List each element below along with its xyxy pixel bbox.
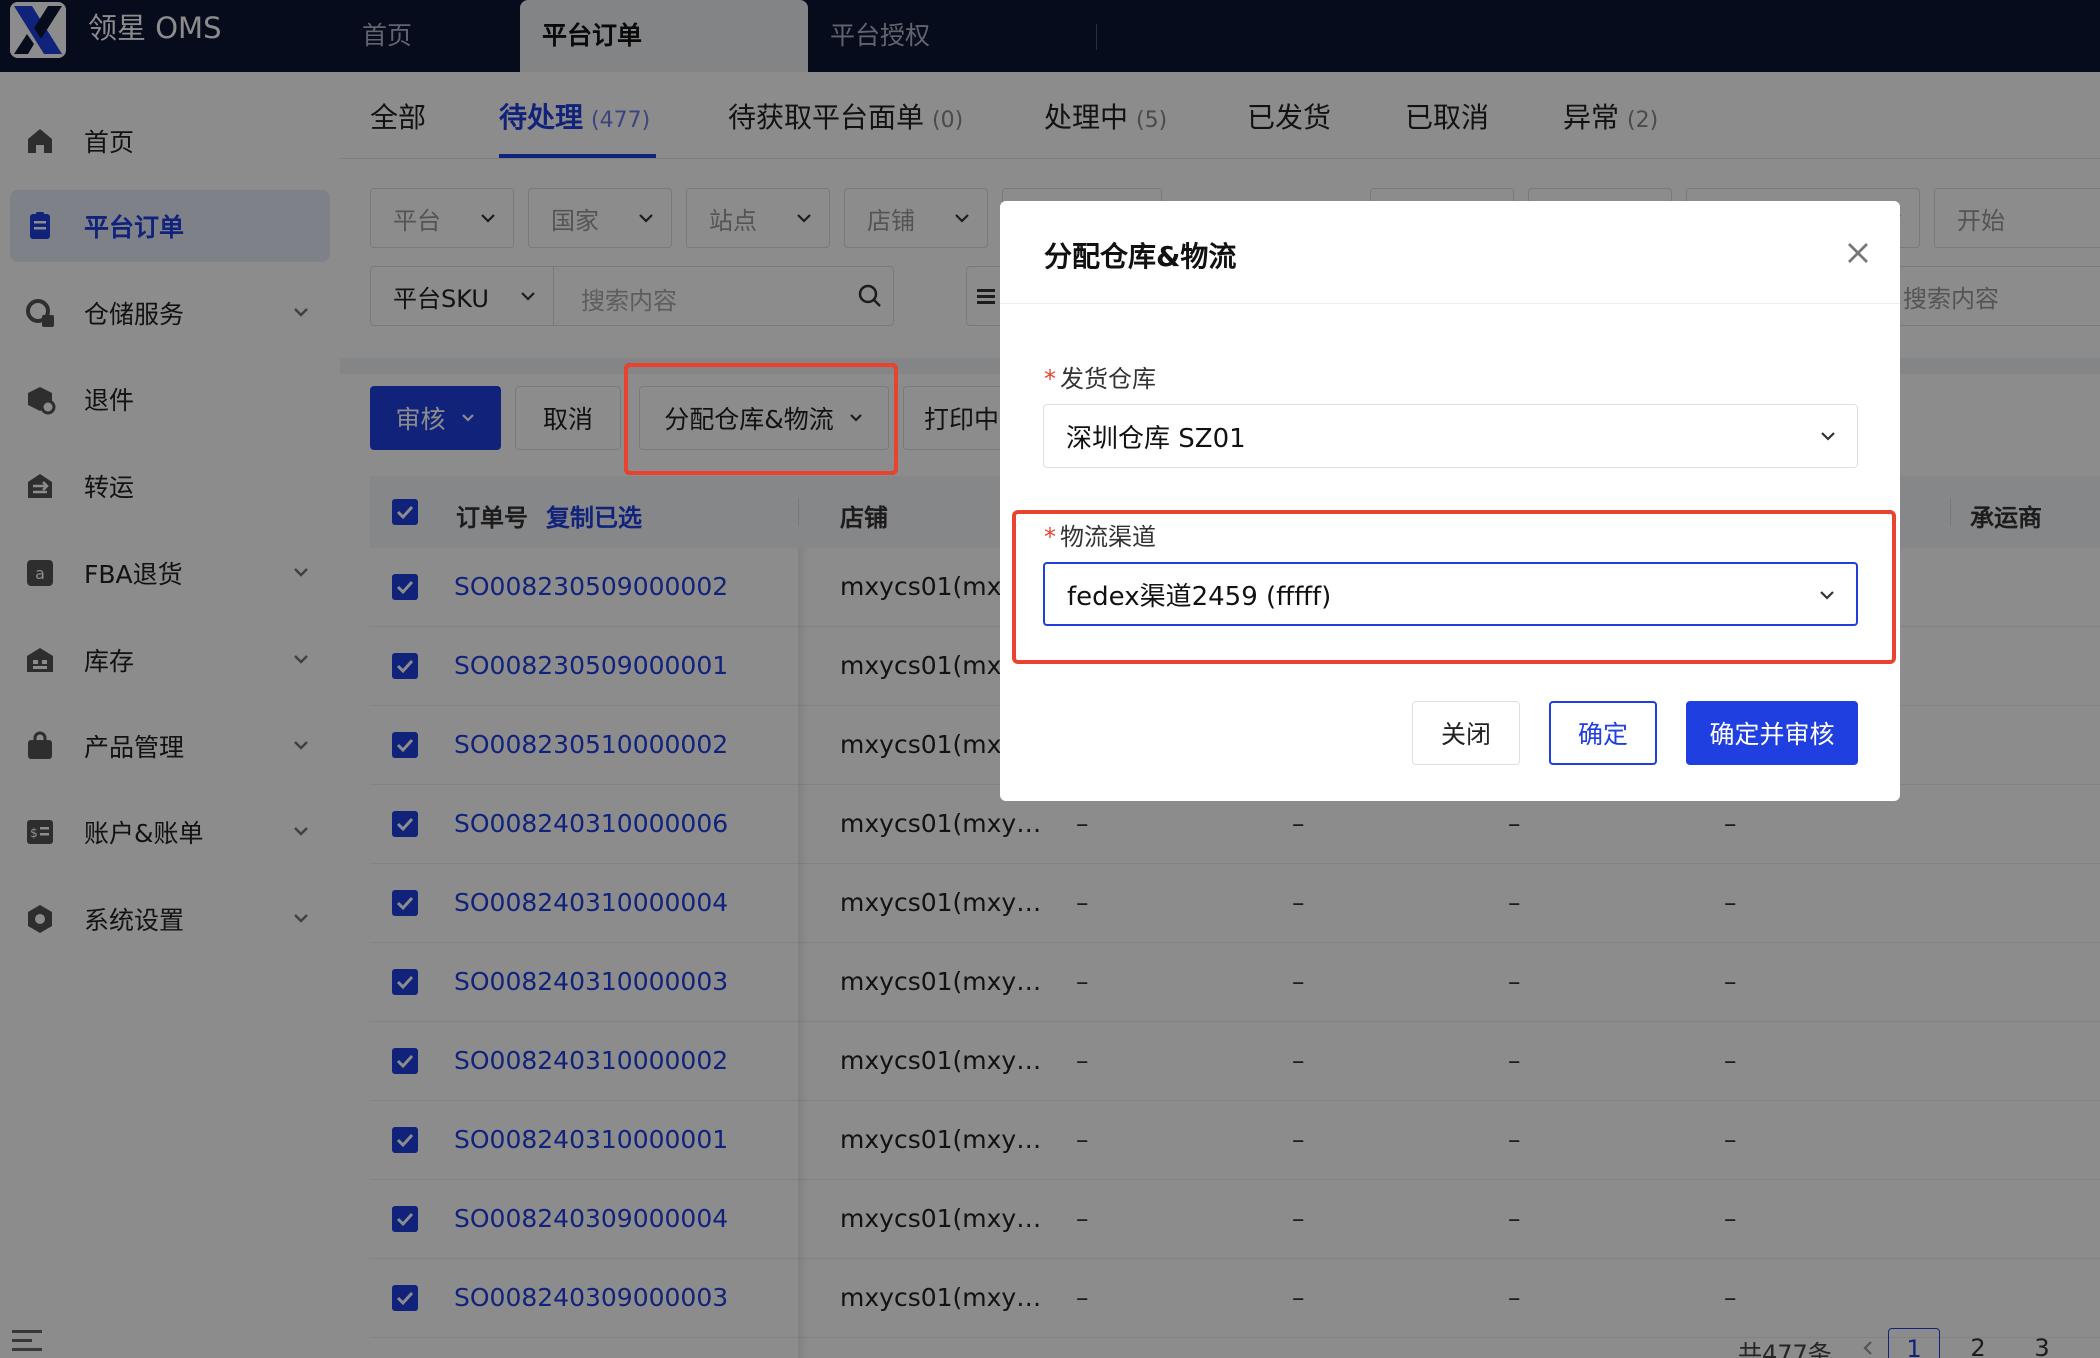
highlight-assign-button (624, 363, 898, 475)
assign-warehouse-logistics-dialog: 分配仓库&物流 * 发货仓库 深圳仓库 SZ01 * 物流渠道 fedex渠道245… (1000, 201, 1900, 801)
chevron-down-icon (1821, 432, 1835, 441)
close-button[interactable]: 关闭 (1412, 701, 1520, 765)
confirm-button[interactable]: 确定 (1549, 701, 1657, 765)
modal-title: 分配仓库&物流 (1044, 240, 1237, 273)
close-icon[interactable] (1842, 237, 1874, 269)
warehouse-select[interactable]: 深圳仓库 SZ01 (1043, 404, 1858, 468)
modal-divider (1000, 303, 1900, 304)
confirm-and-review-button[interactable]: 确定并审核 (1686, 701, 1858, 765)
highlight-logistics-channel (1012, 510, 1896, 664)
warehouse-field-label: * 发货仓库 (1044, 365, 1156, 393)
